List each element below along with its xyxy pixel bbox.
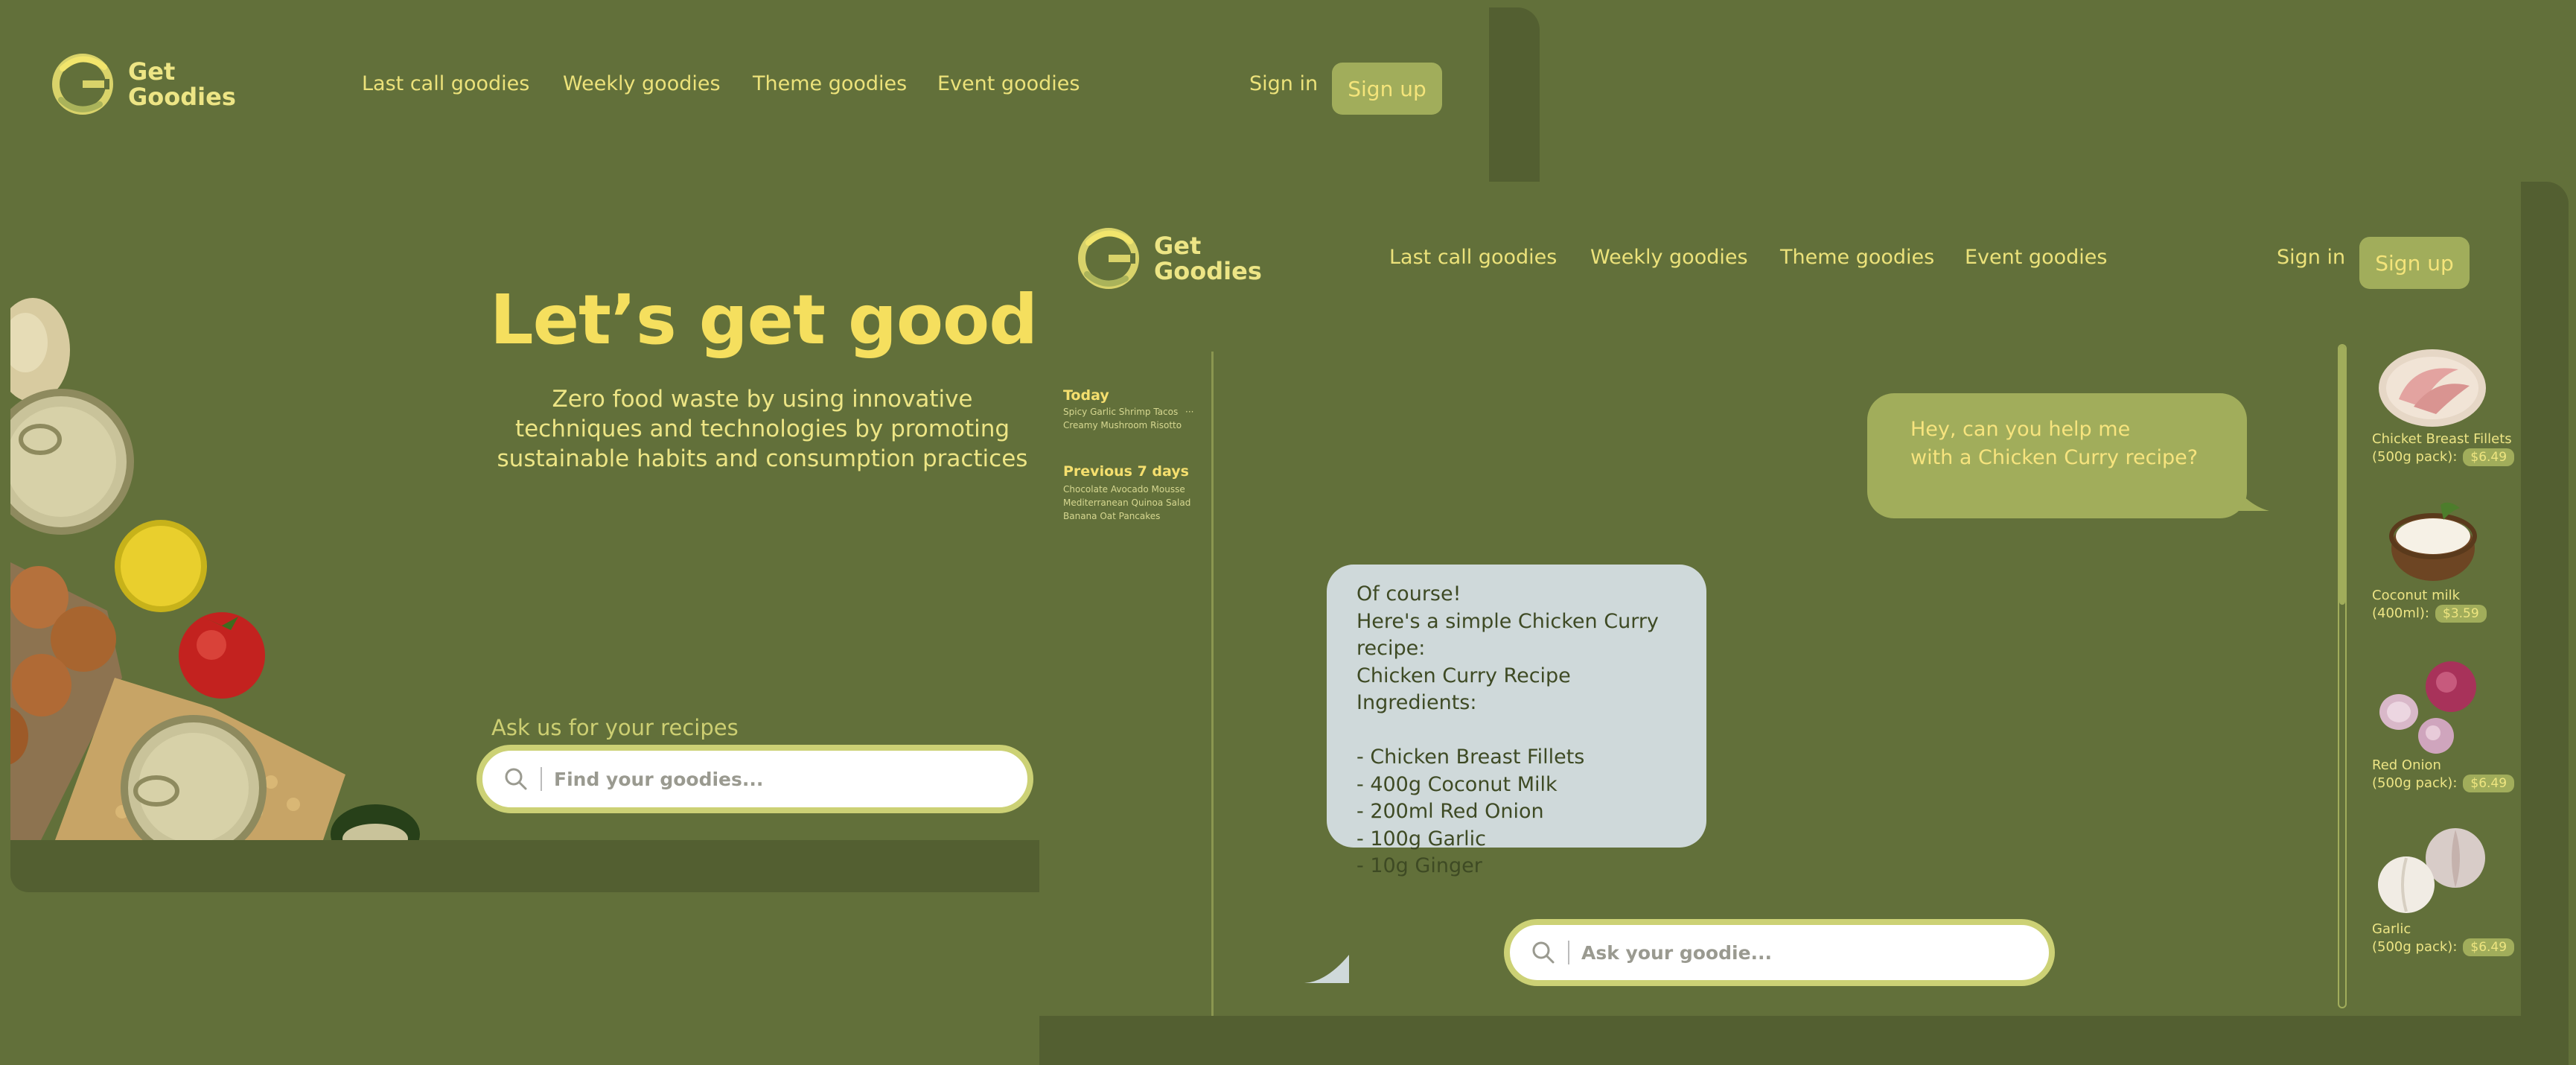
search-icon <box>505 768 527 790</box>
nav-theme-goodies[interactable]: Theme goodies <box>1780 246 1934 269</box>
nav-weekly-goodies[interactable]: Weekly goodies <box>563 72 721 95</box>
product-detail: (500g pack): <box>2372 449 2458 465</box>
brand-name-line1: Get <box>128 57 176 86</box>
user-message-line: Hey, can you help me <box>1910 418 2131 441</box>
hero-subtitle-line: Zero food waste by using innovative <box>552 386 973 413</box>
bot-message-bubble: Of course! Here's a simple Chicken Curry… <box>1327 565 1706 877</box>
history-divider <box>1211 352 1214 1016</box>
input-cursor <box>1568 941 1569 964</box>
chat-screen: Get Goodies Last call goodies Weekly goo… <box>1039 182 2521 1016</box>
landing-search-input[interactable] <box>552 767 943 791</box>
brand-logo-icon <box>1078 228 1139 289</box>
brand-name-line1: Get <box>1154 232 1202 260</box>
chat-frame-bottom-edge <box>1039 1016 2569 1065</box>
history-item[interactable]: Chocolate Avocado Mousse <box>1063 484 1185 495</box>
coconut-milk-image[interactable] <box>2388 502 2481 584</box>
history-item[interactable]: Creamy Mushroom Risotto <box>1063 420 1182 430</box>
signup-button[interactable]: Sign up <box>2359 237 2470 289</box>
product-name: Red Onion <box>2372 757 2441 773</box>
history-item[interactable]: Banana Oat Pancakes <box>1063 511 1160 521</box>
product-detail: (500g pack): <box>2372 775 2458 791</box>
brand-logo-icon <box>52 54 113 115</box>
product-detail: (400ml): <box>2372 605 2430 621</box>
brand-logo[interactable]: Get Goodies <box>1078 228 1262 289</box>
landing-frame-right-edge <box>1489 7 1540 182</box>
product-label-chicken: Chicket Breast Fillets (500g pack): $6.49 <box>2372 430 2515 466</box>
chicken-breast-image[interactable] <box>2376 347 2488 429</box>
signin-link[interactable]: Sign in <box>1249 72 1318 95</box>
search-icon <box>1532 941 1555 964</box>
brand-name: Get Goodies <box>128 59 236 109</box>
product-label-coconut: Coconut milk (400ml): $3.59 <box>2372 587 2487 623</box>
signin-link[interactable]: Sign in <box>2277 246 2345 269</box>
hero-subtitle: Zero food waste by using innovative tech… <box>487 384 1038 474</box>
chat-frame-right-edge <box>2521 182 2569 1016</box>
brand-name: Get Goodies <box>1154 233 1262 284</box>
nav-event-goodies[interactable]: Event goodies <box>1965 246 2107 269</box>
brand-name-line2: Goodies <box>128 83 236 111</box>
nav-event-goodies[interactable]: Event goodies <box>937 72 1080 95</box>
user-message-bubble: Hey, can you help me with a Chicken Curr… <box>1867 393 2247 518</box>
history-today-heading: Today <box>1063 387 1109 404</box>
history-item[interactable]: Spicy Garlic Shrimp Tacos <box>1063 407 1178 417</box>
landing-frame-bottom-edge <box>10 840 1045 892</box>
ask-label: Ask us for your recipes <box>491 715 739 740</box>
product-detail: (500g pack): <box>2372 939 2458 955</box>
chat-input[interactable] <box>1580 941 1970 964</box>
brand-logo[interactable]: Get Goodies <box>52 54 236 115</box>
product-price-badge: $3.59 <box>2435 605 2487 623</box>
products-scrollbar-thumb[interactable] <box>2339 346 2345 605</box>
hero-subtitle-line: techniques and technologies by promoting <box>514 416 1010 442</box>
product-label-onion: Red Onion (500g pack): $6.49 <box>2372 757 2515 792</box>
product-label-garlic: Garlic (500g pack): $6.49 <box>2372 921 2515 956</box>
product-price-badge: $6.49 <box>2463 775 2515 792</box>
product-name: Garlic <box>2372 921 2411 937</box>
product-price-badge: $6.49 <box>2463 938 2515 956</box>
nav-last-call-goodies[interactable]: Last call goodies <box>1389 246 1557 269</box>
hero-subtitle-line: sustainable habits and consumption pract… <box>497 445 1028 472</box>
red-onion-image[interactable] <box>2376 658 2481 757</box>
history-item[interactable]: Mediterranean Quinoa Salad <box>1063 497 1190 508</box>
history-item-more-icon[interactable]: ··· <box>1185 407 1193 417</box>
brand-name-line2: Goodies <box>1154 257 1262 285</box>
product-name: Coconut milk <box>2372 588 2461 603</box>
nav-theme-goodies[interactable]: Theme goodies <box>753 72 907 95</box>
landing-search-bar[interactable] <box>476 745 1033 813</box>
signup-button[interactable]: Sign up <box>1332 63 1442 115</box>
groceries-illustration <box>10 298 420 840</box>
bot-bubble-tail <box>1304 955 1349 983</box>
chat-input-bar[interactable] <box>1504 919 2055 986</box>
user-message-line: with a Chicken Curry recipe? <box>1910 446 2199 469</box>
garlic-image[interactable] <box>2376 825 2488 921</box>
history-prev-heading: Previous 7 days <box>1063 463 1189 480</box>
nav-last-call-goodies[interactable]: Last call goodies <box>362 72 529 95</box>
nav-weekly-goodies[interactable]: Weekly goodies <box>1590 246 1748 269</box>
search-cursor <box>541 767 542 791</box>
product-name: Chicket Breast Fillets <box>2372 431 2512 447</box>
product-price-badge: $6.49 <box>2463 448 2515 466</box>
